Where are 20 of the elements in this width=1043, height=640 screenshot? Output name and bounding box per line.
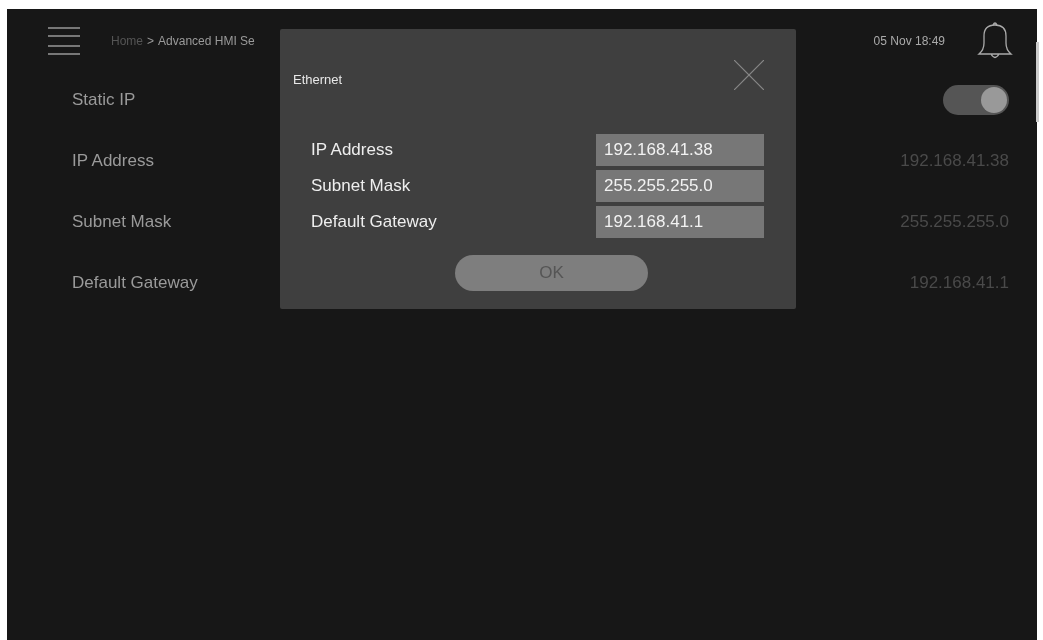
input-field[interactable]: 192.168.41.1 xyxy=(596,206,764,238)
setting-label: Default Gateway xyxy=(72,272,198,293)
bell-icon[interactable] xyxy=(975,21,1015,61)
field-label: Default Gateway xyxy=(311,212,437,232)
dialog-title: Ethernet xyxy=(293,71,343,87)
close-icon[interactable] xyxy=(734,60,764,90)
field-label: IP Address xyxy=(311,140,393,160)
setting-label: Subnet Mask xyxy=(72,211,172,232)
breadcrumb-current: Advanced HMI Se xyxy=(158,34,255,48)
menu-icon[interactable] xyxy=(48,26,80,56)
field-label: Subnet Mask xyxy=(311,176,411,196)
scrollbar[interactable] xyxy=(1036,42,1039,122)
breadcrumb-separator: > xyxy=(147,34,155,48)
setting-label: IP Address xyxy=(72,150,154,171)
input-field[interactable]: 255.255.255.0 xyxy=(596,170,764,202)
date-time: 05 Nov 18:49 xyxy=(873,34,945,48)
setting-label: Static IP xyxy=(72,90,136,110)
input-field[interactable]: 192.168.41.38 xyxy=(596,134,764,166)
toggle-switch[interactable] xyxy=(943,85,1009,115)
breadcrumb-link[interactable]: Home xyxy=(111,34,143,48)
